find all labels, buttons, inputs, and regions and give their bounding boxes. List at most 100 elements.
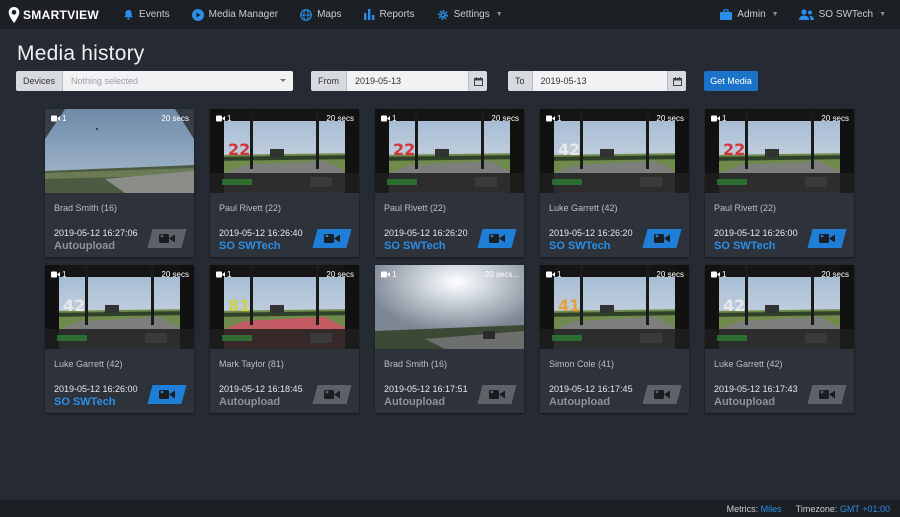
timezone-setting: Timezone: GMT +01:00 (796, 504, 890, 514)
devices-select-value[interactable]: Nothing selected (63, 71, 293, 91)
media-card[interactable]: 42 1 20 secs Luke Garrett (42) 2019-05-1… (540, 109, 689, 257)
media-thumbnail[interactable]: 1 20 secs (45, 109, 194, 193)
app-logo[interactable]: SMARTVIEW (8, 6, 99, 23)
play-video-button[interactable] (147, 385, 187, 404)
svg-text:42: 42 (558, 140, 580, 159)
driver-name: Simon Cole (41) (549, 359, 615, 369)
location-pin-icon (8, 6, 20, 23)
play-video-button[interactable] (807, 385, 847, 404)
play-video-button[interactable] (147, 229, 187, 248)
nav-events[interactable]: Events (123, 9, 170, 20)
camera-badge: 1 (546, 114, 561, 123)
media-timestamp: 2019-05-12 16:17:45 (549, 384, 633, 394)
media-source: Autoupload (549, 396, 611, 408)
play-video-button[interactable] (477, 385, 517, 404)
timezone-value[interactable]: GMT +01:00 (840, 504, 890, 514)
duration-badge: 20 secs (821, 270, 849, 279)
chevron-down-icon (280, 79, 286, 82)
filter-bar: Devices Nothing selected From 2019-05-13… (16, 71, 776, 91)
duration-badge: 20 secs (491, 114, 519, 123)
camera-number: 1 (62, 114, 67, 123)
media-card[interactable]: 41 1 20 secs Simon Cole (41) 2019-05-12 … (540, 265, 689, 413)
briefcase-icon (720, 9, 733, 20)
gear-icon (437, 9, 448, 20)
video-camera-icon (546, 115, 555, 122)
status-footer: Metrics: Miles Timezone: GMT +01:00 (0, 500, 900, 517)
driver-name: Luke Garrett (42) (54, 359, 123, 369)
video-camera-icon (381, 115, 390, 122)
media-thumbnail[interactable]: 22 1 20 secs (375, 109, 524, 193)
media-thumbnail[interactable]: 81 1 20 secs (210, 265, 359, 349)
media-thumbnail[interactable]: 41 1 20 secs (540, 265, 689, 349)
media-card[interactable]: 1 20 secs Brad Smith (16) 2019-05-12 16:… (45, 109, 194, 257)
media-grid: 1 20 secs Brad Smith (16) 2019-05-12 16:… (45, 109, 854, 413)
play-video-button[interactable] (807, 229, 847, 248)
play-video-button[interactable] (477, 229, 517, 248)
admin-menu[interactable]: Admin ▼ (720, 9, 779, 20)
nav-reports[interactable]: Reports (363, 9, 415, 20)
video-camera-icon (711, 115, 720, 122)
from-calendar-button[interactable] (468, 71, 487, 91)
to-date-group: To 2019-05-13 (508, 71, 686, 91)
media-thumbnail[interactable]: 22 1 20 secs (705, 109, 854, 193)
calendar-icon (473, 76, 483, 86)
top-navbar: SMARTVIEW Events Media Manager Maps Repo… (0, 0, 900, 29)
devices-select[interactable]: Devices Nothing selected (16, 71, 293, 91)
video-camera-icon (711, 271, 720, 278)
from-date-group: From 2019-05-13 (311, 71, 487, 91)
media-source: Autoupload (384, 396, 446, 408)
play-video-button[interactable] (312, 385, 352, 404)
svg-text:41: 41 (558, 296, 580, 315)
user-menu[interactable]: SO SWTech ▼ (798, 9, 886, 20)
metrics-value[interactable]: Miles (761, 504, 782, 514)
camera-number: 1 (227, 114, 232, 123)
video-camera-icon (819, 390, 835, 399)
driver-name: Mark Taylor (81) (219, 359, 284, 369)
to-date-input[interactable]: 2019-05-13 (532, 71, 667, 91)
media-card[interactable]: 22 1 20 secs Paul Rivett (22) 2019-05-12… (375, 109, 524, 257)
media-card[interactable]: 1 20 secs... Brad Smith (16) 2019-05-12 … (375, 265, 524, 413)
play-video-button[interactable] (312, 229, 352, 248)
from-date-input[interactable]: 2019-05-13 (347, 71, 468, 91)
driver-name: Paul Rivett (22) (219, 203, 282, 213)
media-thumbnail[interactable]: 22 1 20 secs (210, 109, 359, 193)
chevron-down-icon: ▼ (495, 11, 503, 18)
media-thumbnail[interactable]: 42 1 20 secs (705, 265, 854, 349)
video-camera-icon (324, 234, 340, 243)
svg-text:81: 81 (228, 296, 250, 315)
svg-text:42: 42 (63, 296, 85, 315)
devices-label: Devices (16, 71, 64, 91)
video-camera-icon (381, 271, 390, 278)
video-camera-icon (159, 234, 175, 243)
camera-badge: 1 (546, 270, 561, 279)
camera-number: 1 (227, 270, 232, 279)
nav-maps[interactable]: Maps (300, 8, 342, 21)
media-source: SO SWTech (219, 240, 281, 252)
media-card[interactable]: 22 1 20 secs Paul Rivett (22) 2019-05-12… (705, 109, 854, 257)
camera-number: 1 (722, 114, 727, 123)
media-thumbnail[interactable]: 1 20 secs... (375, 265, 524, 349)
media-card[interactable]: 81 1 20 secs Mark Taylor (81) 2019-05-12… (210, 265, 359, 413)
media-card[interactable]: 22 1 20 secs Paul Rivett (22) 2019-05-12… (210, 109, 359, 257)
media-card[interactable]: 42 1 20 secs Luke Garrett (42) 2019-05-1… (705, 265, 854, 413)
play-video-button[interactable] (642, 229, 682, 248)
to-calendar-button[interactable] (667, 71, 686, 91)
nav-settings[interactable]: Settings ▼ (437, 9, 503, 21)
page-title: Media history (17, 42, 145, 65)
timezone-label: Timezone: (795, 503, 838, 514)
camera-number: 1 (392, 270, 397, 279)
media-timestamp: 2019-05-12 16:26:00 (714, 228, 798, 238)
duration-badge: 20 secs (326, 114, 354, 123)
video-camera-icon (216, 115, 225, 122)
nav-media-manager-label: Media Manager (208, 9, 279, 20)
get-media-button[interactable]: Get Media (704, 71, 758, 91)
media-card[interactable]: 42 1 20 secs Luke Garrett (42) 2019-05-1… (45, 265, 194, 413)
camera-badge: 1 (51, 114, 66, 123)
media-thumbnail[interactable]: 42 1 20 secs (45, 265, 194, 349)
nav-media-manager[interactable]: Media Manager (191, 8, 279, 21)
media-thumbnail[interactable]: 42 1 20 secs (540, 109, 689, 193)
play-video-button[interactable] (642, 385, 682, 404)
to-label: To (508, 71, 533, 91)
duration-badge: 20 secs (656, 270, 684, 279)
video-camera-icon (51, 115, 60, 122)
